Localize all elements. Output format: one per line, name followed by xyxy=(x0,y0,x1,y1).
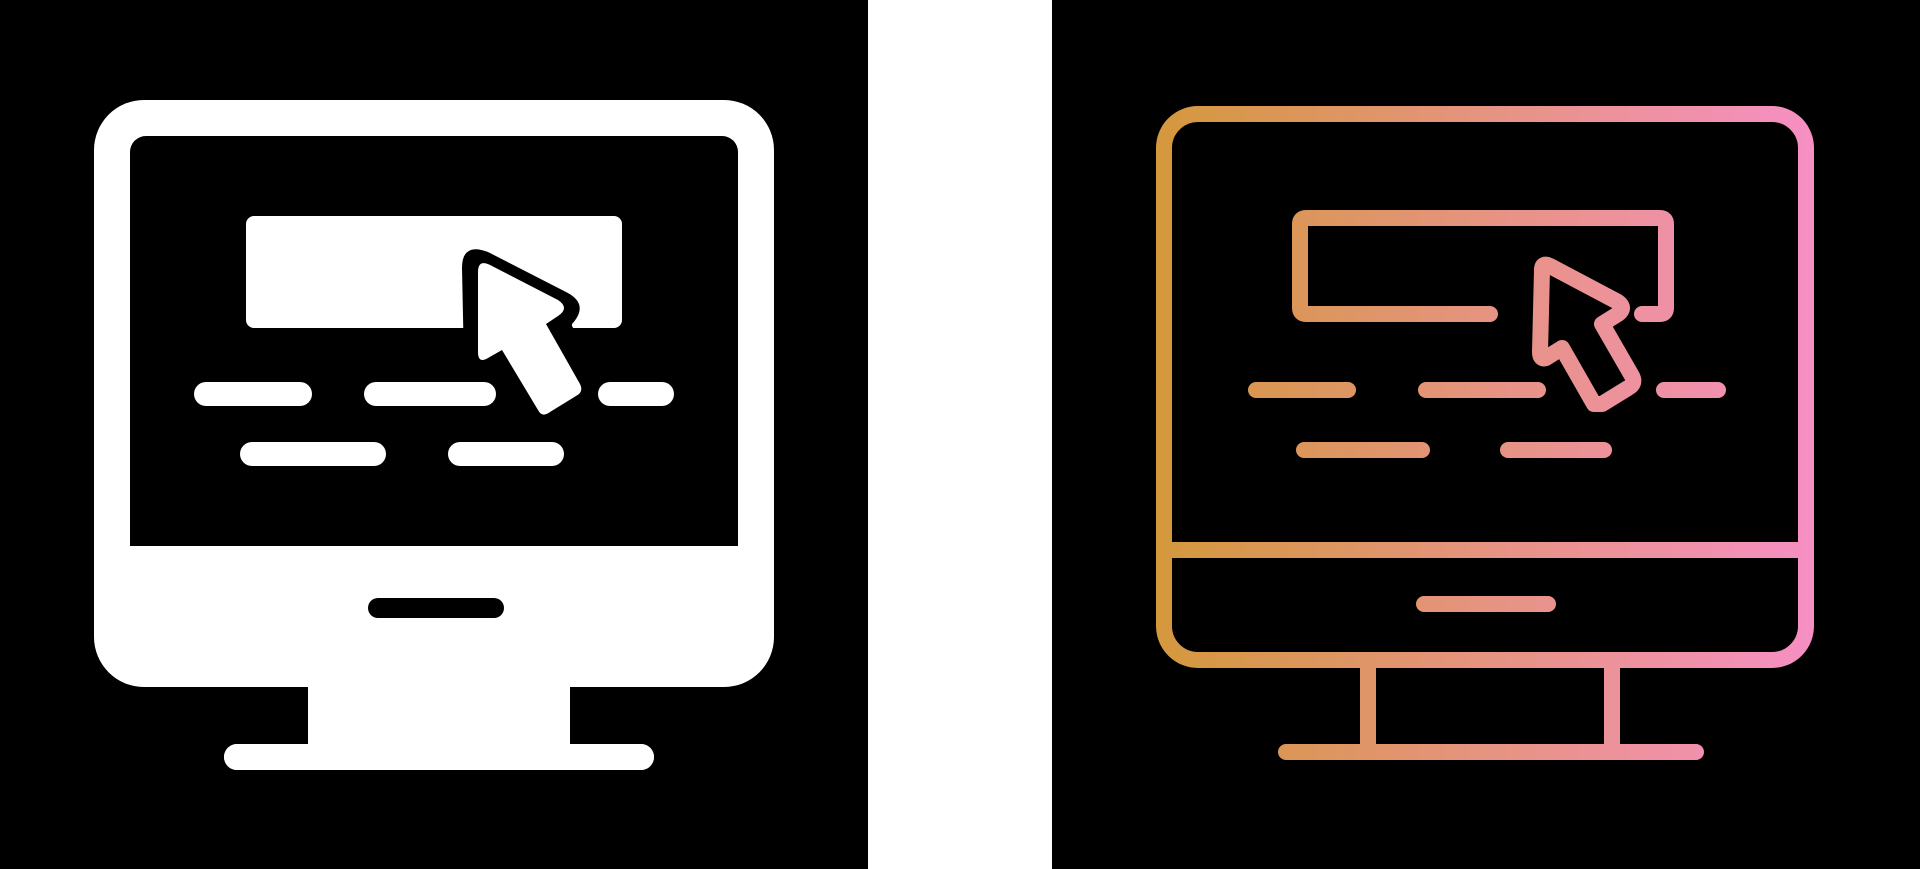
text-line xyxy=(194,382,312,406)
glyph-icon-panel xyxy=(0,0,868,869)
text-line xyxy=(240,442,386,466)
text-line xyxy=(448,442,564,466)
gradient-icon-panel xyxy=(1052,0,1920,869)
monitor-click-outline-icon xyxy=(1156,106,1814,760)
icon-comparison-canvas xyxy=(0,0,1920,869)
cursor-arrow xyxy=(1532,256,1642,412)
monitor-stand-neck xyxy=(308,684,570,746)
monitor-click-glyph-icon xyxy=(94,100,774,770)
monitor-screen xyxy=(130,136,738,546)
text-line xyxy=(598,382,674,406)
power-slot xyxy=(368,598,504,618)
text-line xyxy=(364,382,496,406)
